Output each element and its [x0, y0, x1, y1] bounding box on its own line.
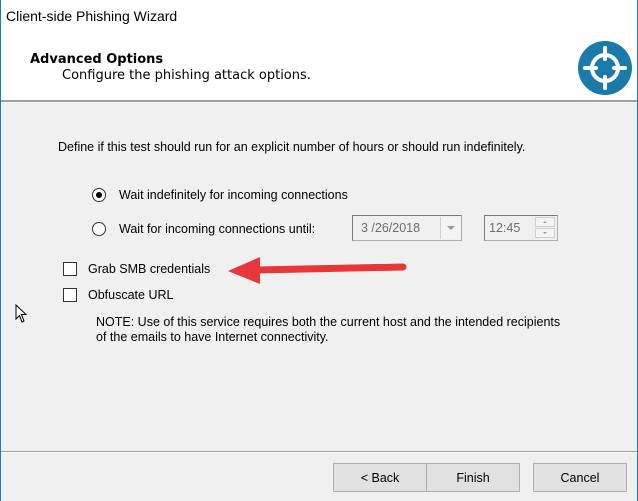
- finish-button[interactable]: Finish: [426, 463, 520, 492]
- title-bar: Client-side Phishing Wizard: [1, 0, 637, 34]
- cancel-button[interactable]: Cancel: [533, 463, 627, 492]
- window-title: Client-side Phishing Wizard: [6, 8, 178, 24]
- time-spinner[interactable]: 12:45: [484, 215, 558, 241]
- header-divider: [1, 100, 637, 103]
- checkbox[interactable]: [63, 288, 77, 302]
- checkbox[interactable]: [63, 262, 77, 276]
- description-text: Define if this test should run for an ex…: [58, 140, 526, 154]
- crosshair-target-icon: [578, 41, 632, 95]
- radio-label: Wait indefinitely for incoming connectio…: [119, 188, 348, 202]
- radio-button-checked[interactable]: [92, 188, 106, 202]
- date-picker[interactable]: 3 /26/2018: [352, 215, 462, 241]
- chevron-down-icon[interactable]: [440, 217, 460, 239]
- checkbox-label: Grab SMB credentials: [88, 262, 211, 276]
- footer-divider: [1, 451, 637, 453]
- wizard-header: Advanced Options Configure the phishing …: [1, 34, 637, 100]
- spin-down-icon[interactable]: [535, 228, 555, 238]
- back-button[interactable]: < Back: [333, 463, 427, 492]
- wizard-window: Client-side Phishing Wizard Advanced Opt…: [0, 0, 638, 501]
- checkbox-obfuscate-url[interactable]: Obfuscate URL: [63, 288, 173, 302]
- time-value: 12:45: [489, 221, 521, 235]
- mouse-cursor-icon: [15, 304, 28, 323]
- checkbox-label: Obfuscate URL: [88, 288, 174, 302]
- radio-wait-indefinitely[interactable]: Wait indefinitely for incoming connectio…: [92, 188, 348, 202]
- radio-wait-until[interactable]: Wait for incoming connections until:: [92, 222, 315, 236]
- radio-button[interactable]: [92, 222, 106, 236]
- checkbox-grab-smb-credentials[interactable]: Grab SMB credentials: [63, 262, 210, 276]
- page-title: Advanced Options: [30, 52, 164, 67]
- annotation-arrow-icon: [228, 257, 407, 284]
- note-text: NOTE: Use of this service requires both …: [96, 315, 561, 344]
- page-subtitle: Configure the phishing attack options.: [62, 68, 311, 83]
- spin-up-icon[interactable]: [535, 217, 555, 227]
- radio-label: Wait for incoming connections until:: [119, 222, 316, 236]
- date-value: 3 /26/2018: [361, 221, 421, 235]
